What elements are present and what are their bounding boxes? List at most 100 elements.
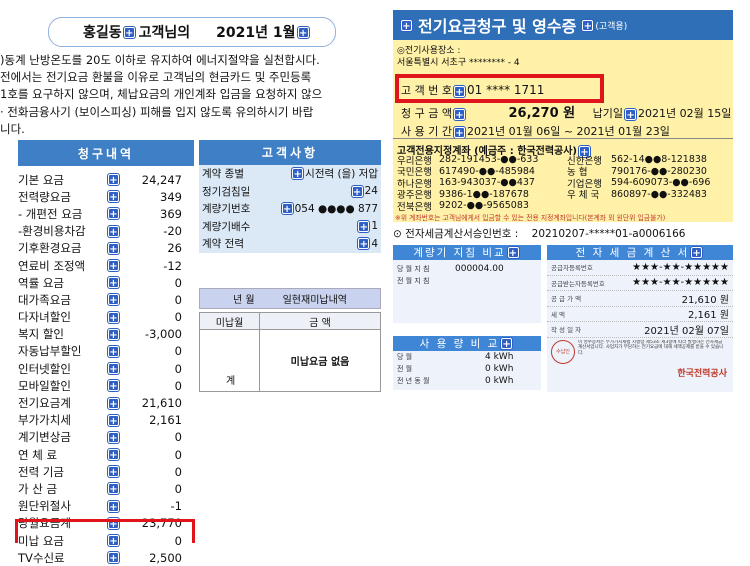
bank-row: 우리은행 282-191453-●●-633 신한은행 562-14●●8-12183…: [397, 154, 710, 167]
bank-account: 617490-●●-485984: [439, 165, 535, 177]
expand-icon[interactable]: +: [281, 203, 293, 215]
expand-icon[interactable]: +: [507, 247, 519, 259]
billing-row: 연 체 료 +0: [18, 446, 194, 463]
billing-row: 계기변상금 +0: [18, 429, 194, 446]
amount-label: 청 구 금 액: [401, 107, 452, 120]
billing-value: 2,161: [149, 413, 182, 428]
expand-icon[interactable]: +: [108, 414, 119, 427]
bank-account: 282-191453-●●-633: [439, 154, 539, 166]
expand-icon[interactable]: +: [358, 220, 370, 233]
expand-icon[interactable]: +: [501, 338, 513, 350]
customer-label: 계량기배수: [202, 220, 251, 233]
meter-header: 계량기 지침 비교 +: [393, 245, 541, 260]
customer-label: 계량기번호: [202, 203, 251, 216]
billing-label: 다자녀할인: [18, 310, 71, 325]
billing-row: 대가족요금 +0: [18, 291, 194, 308]
billing-value: 0: [174, 481, 182, 496]
approval-row: ⊙ 전자세금계산서승인번호 : 20210207-*****01-a000616…: [393, 226, 733, 242]
etax-invoice: 전 자 세 금 계 산 서 + 공급자등록번호 ★★★-★★-★★★★★ 공급받는자등…: [547, 245, 733, 392]
billing-row: 전력량요금 +349: [18, 188, 194, 205]
billing-label: 기본 요금: [18, 172, 64, 187]
unpaid-col-amount: 금 액: [309, 317, 331, 329]
billing-row: 가 산 금 +0: [18, 480, 194, 497]
billing-value: 21,610: [141, 396, 182, 411]
billing-header-label: 청구내역: [77, 146, 135, 161]
bank-warning: ※위 계좌번호는 고객님에게서 입금할 수 있는 전용 지정계좌입니다(본계좌 …: [395, 214, 666, 222]
etax-rows: 공급자등록번호 ★★★-★★-★★★★★ 공급받는자등록번호 ★★★-★★-★★★★★…: [547, 260, 733, 338]
billing-label: 대가족요금: [18, 292, 71, 307]
billing-label: 모바일할인: [18, 378, 71, 393]
approval-label: 전자세금계산서승인번호 :: [405, 228, 519, 240]
billing-value: -20: [163, 224, 182, 239]
expand-icon[interactable]: +: [358, 238, 370, 250]
expand-icon[interactable]: +: [453, 126, 465, 139]
expand-icon[interactable]: +: [351, 185, 363, 198]
etax-footnote: 이 영수증서는 부가가치세법 시행령 제53조 제3항에 따라 발행하는 전자세…: [578, 339, 724, 356]
bank-name: 전북은행: [397, 201, 432, 213]
customer-header: 고객사항: [199, 140, 381, 165]
expand-icon[interactable]: +: [108, 260, 119, 272]
billing-label: 부가가치세: [18, 413, 71, 428]
customer-value: 054 ●●●● 877: [294, 202, 378, 215]
expand-icon[interactable]: +: [108, 397, 119, 410]
bank-row: 광주은행 9386-1●●-187678 우 체 국 860897-●●-332483: [397, 189, 710, 202]
expand-icon[interactable]: +: [108, 552, 119, 564]
expand-icon[interactable]: +: [108, 483, 119, 495]
approval-icon: ⊙: [393, 228, 402, 240]
usage-value: 4 kWh: [485, 352, 514, 362]
expand-icon[interactable]: +: [108, 191, 119, 203]
billing-value: 0: [174, 361, 182, 376]
customer-row: 계약 전력 +4: [199, 235, 381, 253]
billing-value: 0: [174, 464, 182, 479]
expand-icon[interactable]: +: [108, 345, 119, 358]
expand-icon[interactable]: +: [292, 168, 304, 180]
expand-icon[interactable]: +: [108, 174, 119, 186]
etax-row: 세 액 2,161 원: [547, 307, 733, 322]
expand-icon[interactable]: +: [401, 19, 412, 32]
expand-icon[interactable]: +: [297, 26, 309, 39]
meter-label: 전 월 지 침: [397, 277, 430, 285]
expand-icon[interactable]: +: [108, 466, 119, 478]
expand-icon[interactable]: +: [108, 431, 119, 444]
expand-icon[interactable]: +: [123, 26, 135, 39]
billing-row: 전력 기금 +0: [18, 463, 194, 480]
expand-icon[interactable]: +: [108, 294, 119, 306]
bank-row: 전북은행 9202-●●-9565083: [397, 200, 710, 213]
unpaid-header-date: 년 월: [233, 295, 255, 306]
bill-title: 홍길동 + 고객님의 2021년 1월 +: [48, 17, 336, 47]
expand-icon[interactable]: +: [108, 277, 119, 289]
expand-icon[interactable]: +: [453, 108, 465, 121]
expand-icon[interactable]: +: [691, 247, 703, 259]
receipt-stamp: 수납인: [551, 339, 575, 364]
billing-row: 인터넷할인 +0: [18, 360, 194, 377]
billing-value: 0: [174, 430, 182, 445]
customer-header-label: 고객사항: [261, 146, 319, 160]
expand-icon[interactable]: +: [108, 363, 119, 375]
unpaid-table: 미납월 금 액 계 미납요금 없음: [199, 312, 381, 392]
billing-row: 부가가치세 +2,161: [18, 412, 194, 429]
expand-icon[interactable]: +: [582, 19, 594, 32]
billing-label: 역률 요금: [18, 275, 64, 290]
expand-icon[interactable]: +: [108, 208, 119, 220]
expand-icon[interactable]: +: [108, 311, 119, 324]
receipt-body: ◎전기사용장소 : 서울특별시 서초구 ******** - 4 고 객 번 호…: [393, 40, 733, 222]
billing-row: 연료비 조정액 + -12: [18, 257, 194, 274]
billing-row: 복지 할인 + -3,000: [18, 326, 194, 343]
expand-icon[interactable]: +: [108, 328, 119, 341]
billing-value: 369: [160, 206, 182, 221]
expand-icon[interactable]: +: [108, 449, 119, 461]
notice-line: 전에서는 전기요금 환불을 이유로 고객님의 현금카드 및 주민등록: [0, 70, 312, 85]
expand-icon[interactable]: +: [625, 108, 637, 121]
meter-row: 당 월 지 침 000004.00: [393, 260, 541, 274]
expand-icon[interactable]: +: [108, 380, 119, 392]
expand-icon[interactable]: +: [108, 242, 119, 255]
etax-header-label: 전 자 세 금 계 산 서: [575, 247, 690, 259]
billing-label: -환경비용차감: [18, 224, 86, 239]
unpaid-total-label: 계: [226, 376, 236, 387]
expand-icon[interactable]: +: [108, 225, 119, 238]
receipt-title: + 전기요금청구 및 영수증 + (고객용): [393, 10, 733, 40]
highlight-tv-fee: [15, 519, 195, 543]
unpaid-col-month: 미납월: [200, 313, 260, 329]
usage-header-label: 사 용 량 비 교: [419, 338, 500, 350]
expand-icon[interactable]: +: [108, 500, 119, 513]
